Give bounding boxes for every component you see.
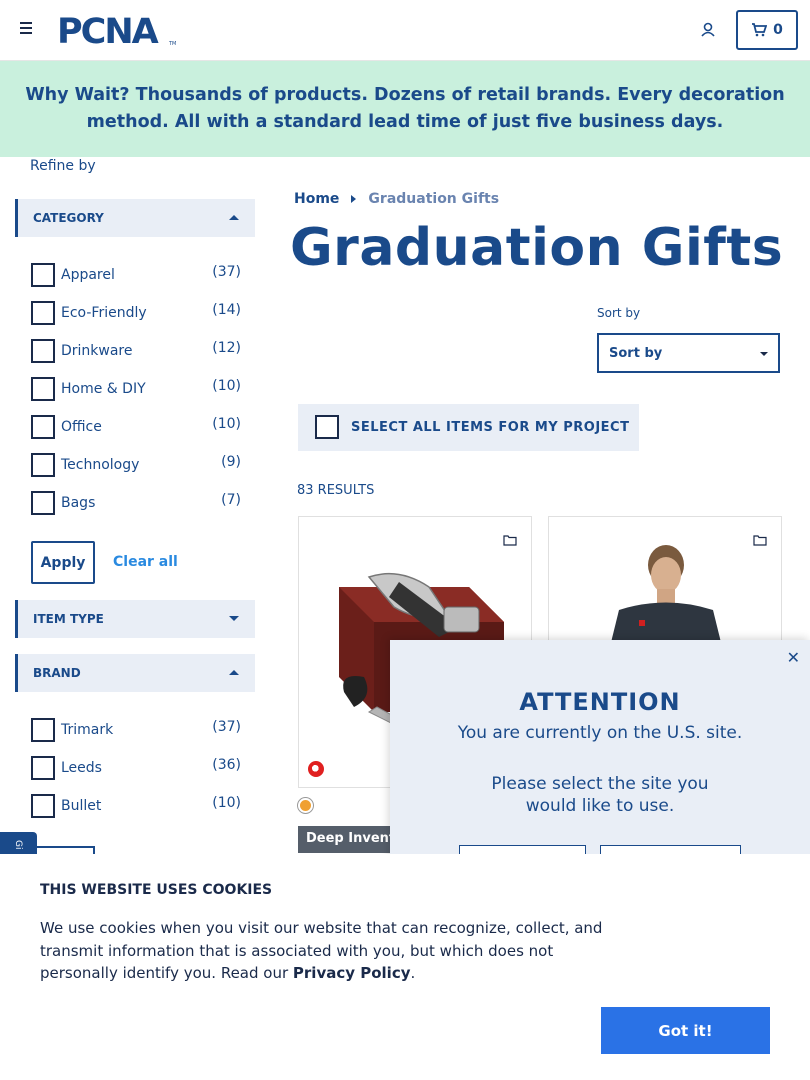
- facet-option-label: Trimark: [61, 722, 114, 738]
- modal-title: ATTENTION: [519, 688, 681, 716]
- modal-prompt: Please select the site you would like to…: [491, 774, 709, 816]
- caret-up-icon: [229, 215, 239, 220]
- facet-option[interactable]: Leeds (36): [31, 755, 241, 781]
- facet-option[interactable]: Bullet (10): [31, 793, 241, 819]
- facet-option[interactable]: Apparel (37): [31, 262, 241, 288]
- facet-category-header[interactable]: CATEGORY: [15, 199, 255, 237]
- facet-option[interactable]: Home & DIY (10): [31, 376, 241, 402]
- facet-option[interactable]: Trimark (37): [31, 717, 241, 743]
- cart-icon: [752, 23, 768, 37]
- cookie-title: THIS WEBSITE USES COOKIES: [40, 882, 273, 898]
- chevron-down-icon: [760, 352, 768, 356]
- apply-button[interactable]: Apply: [31, 541, 95, 584]
- facet-option[interactable]: Drinkware (12): [31, 338, 241, 364]
- breadcrumb: Home Graduation Gifts: [294, 191, 499, 207]
- got-it-button[interactable]: Got it!: [601, 1007, 770, 1054]
- facet-option-label: Bags: [61, 495, 96, 511]
- breadcrumb-current: Graduation Gifts: [368, 191, 500, 207]
- facet-option-count: (7): [221, 492, 241, 508]
- facet-option-count: (10): [212, 378, 241, 394]
- cookie-period: .: [410, 964, 416, 982]
- cookie-text: We use cookies when you visit our websit…: [40, 917, 610, 985]
- select-all-items[interactable]: SELECT ALL ITEMS FOR MY PROJECT: [298, 404, 639, 451]
- checkbox[interactable]: [31, 718, 55, 742]
- facet-option-count: (37): [212, 719, 241, 735]
- facet-option[interactable]: Eco-Friendly (14): [31, 300, 241, 326]
- cookie-banner: THIS WEBSITE USES COOKIES We use cookies…: [0, 854, 810, 1080]
- facet-category-title: CATEGORY: [33, 211, 104, 225]
- modal-subtitle: You are currently on the U.S. site.: [457, 723, 743, 743]
- checkbox[interactable]: [31, 377, 55, 401]
- facet-option-label: Home & DIY: [61, 381, 146, 397]
- checkbox[interactable]: [31, 339, 55, 363]
- menu-icon[interactable]: [20, 22, 36, 38]
- facet-option-count: (12): [212, 340, 241, 356]
- facet-option[interactable]: Technology (9): [31, 452, 241, 478]
- promo-text: Why Wait? Thousands of products. Dozens …: [14, 82, 796, 136]
- results-count: 83 RESULTS: [297, 483, 375, 498]
- facet-option-count: (14): [212, 302, 241, 318]
- checkbox[interactable]: [31, 301, 55, 325]
- facet-option-label: Office: [61, 419, 102, 435]
- sort-label: Sort by: [597, 306, 641, 320]
- site-header: PCNA TM 0: [0, 0, 810, 61]
- facet-item-type-header[interactable]: ITEM TYPE: [15, 600, 255, 638]
- color-swatch-red[interactable]: [308, 761, 324, 777]
- clear-all-link[interactable]: Clear all: [113, 554, 178, 570]
- svg-text:PCNA: PCNA: [57, 13, 159, 47]
- checkbox[interactable]: [31, 794, 55, 818]
- promo-body: Thousands of products. Dozens of retail …: [86, 85, 785, 132]
- caret-down-icon: [229, 616, 239, 621]
- facet-option-label: Apparel: [61, 267, 115, 283]
- facet-option-label: Technology: [61, 457, 140, 473]
- breadcrumb-home[interactable]: Home: [294, 191, 339, 207]
- refine-label: Refine by: [30, 158, 96, 174]
- account-icon[interactable]: [698, 20, 718, 40]
- chevron-right-icon: [351, 195, 357, 203]
- facet-option-label: Leeds: [61, 760, 102, 776]
- checkbox[interactable]: [31, 453, 55, 477]
- checkbox[interactable]: [31, 263, 55, 287]
- checkbox[interactable]: [31, 756, 55, 780]
- facet-option[interactable]: Office (10): [31, 414, 241, 440]
- cart-button[interactable]: 0: [736, 10, 798, 50]
- checkbox[interactable]: [31, 415, 55, 439]
- sort-select[interactable]: Sort by: [597, 333, 780, 373]
- facet-option-count: (37): [212, 264, 241, 280]
- page-title: Graduation Gifts: [290, 218, 784, 278]
- svg-text:TM: TM: [168, 41, 176, 47]
- privacy-policy-link[interactable]: Privacy Policy: [293, 964, 411, 982]
- facet-item-type-title: ITEM TYPE: [33, 612, 104, 626]
- promo-lead: Why Wait?: [25, 85, 130, 105]
- facet-option-count: (10): [212, 795, 241, 811]
- select-all-label: SELECT ALL ITEMS FOR MY PROJECT: [351, 420, 630, 435]
- facet-brand-title: BRAND: [33, 666, 81, 680]
- close-icon[interactable]: ✕: [787, 648, 800, 667]
- facet-option-count: (10): [212, 416, 241, 432]
- select-all-checkbox[interactable]: [315, 415, 339, 439]
- facet-brand-header[interactable]: BRAND: [15, 654, 255, 692]
- promo-banner: Why Wait? Thousands of products. Dozens …: [0, 61, 810, 157]
- facet-option[interactable]: Bags (7): [31, 490, 241, 516]
- side-tab-label: Gi: [13, 840, 23, 850]
- checkbox[interactable]: [31, 491, 55, 515]
- caret-up-icon: [229, 670, 239, 675]
- facet-option-count: (9): [221, 454, 241, 470]
- pcna-logo[interactable]: PCNA TM: [57, 13, 177, 47]
- facet-option-label: Drinkware: [61, 343, 133, 359]
- color-swatch-orange[interactable]: [298, 798, 313, 813]
- facet-option-count: (36): [212, 757, 241, 773]
- facet-option-label: Eco-Friendly: [61, 305, 147, 321]
- facet-option-label: Bullet: [61, 798, 102, 814]
- sort-select-value: Sort by: [609, 345, 663, 361]
- cart-count: 0: [773, 22, 783, 38]
